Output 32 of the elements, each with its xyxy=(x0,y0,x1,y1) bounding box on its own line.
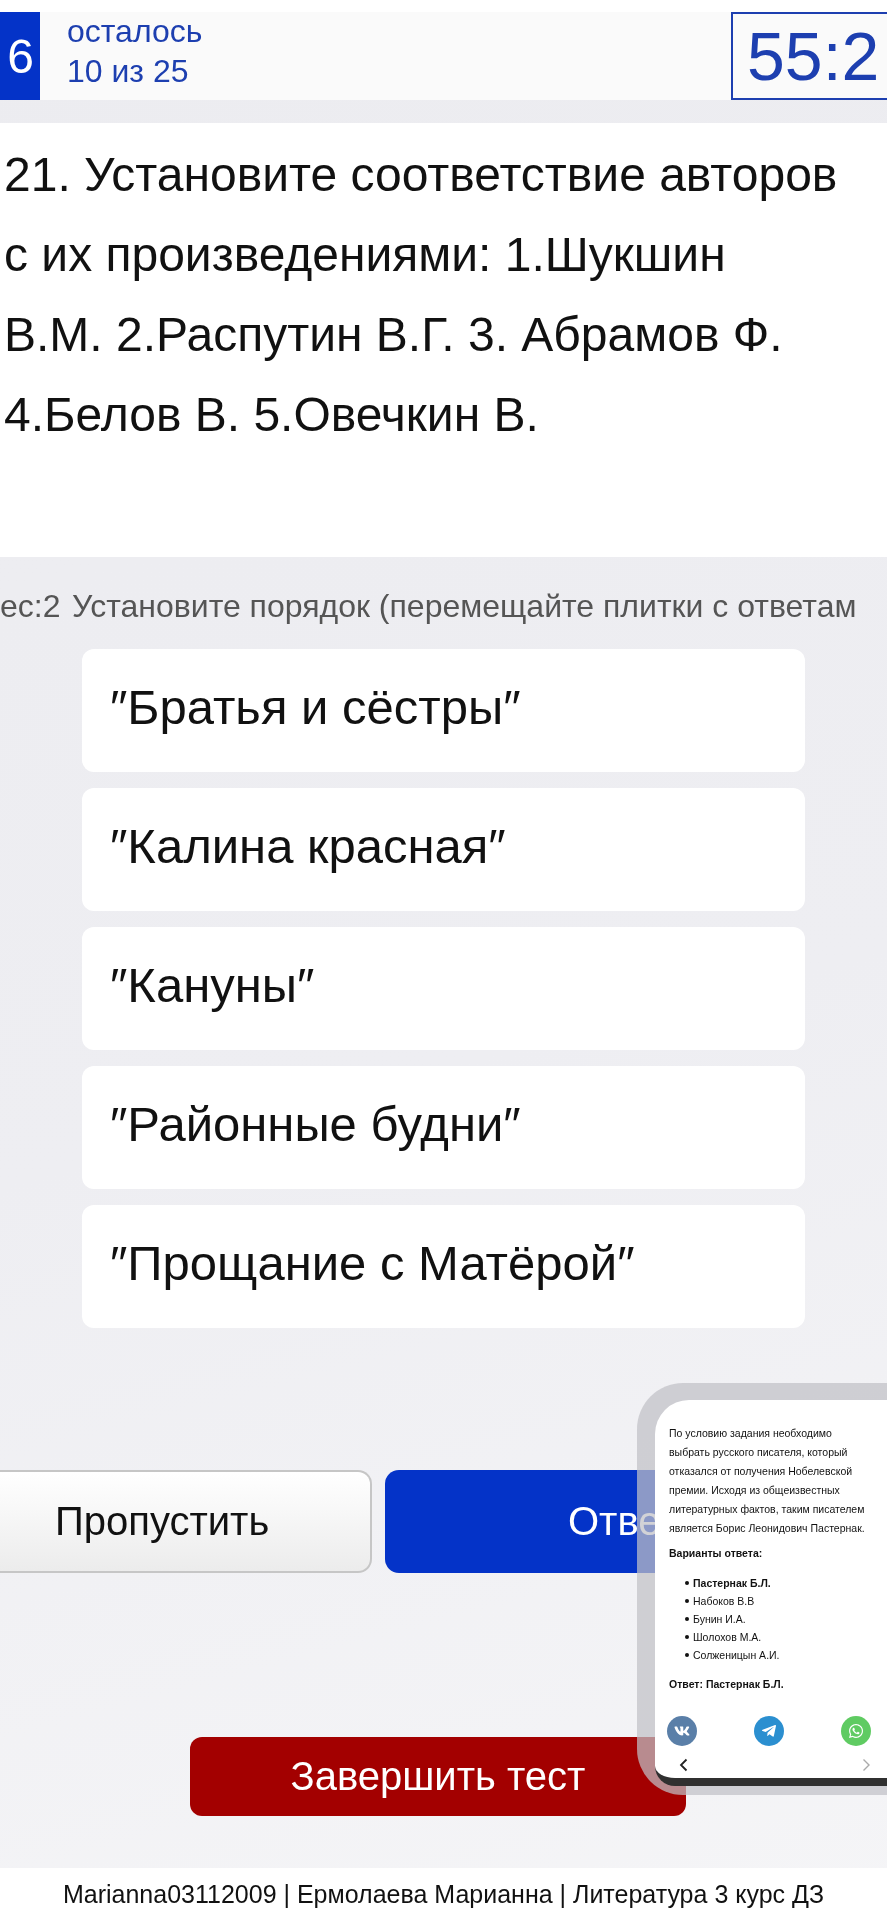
option-text: Шолохов М.А. xyxy=(693,1631,762,1643)
timer-display: 55:2 xyxy=(731,12,887,100)
answer-tile[interactable]: ″Прощание с Матёрой″ xyxy=(82,1205,805,1328)
bullet-icon xyxy=(685,1653,689,1657)
remaining-label: осталось xyxy=(67,12,203,51)
instruction-text: Установите порядок (перемещайте плитки с ответам xyxy=(72,587,857,625)
bullet-icon xyxy=(685,1617,689,1621)
chevron-right-icon[interactable] xyxy=(862,1758,871,1772)
answer-tile[interactable]: ″Кануны″ xyxy=(82,927,805,1050)
answer-tile[interactable]: ″Братья и сёстры″ xyxy=(82,649,805,772)
question-number-badge: 6 xyxy=(0,12,40,100)
options-heading: Варианты ответа: xyxy=(669,1546,764,1561)
chevron-left-icon[interactable] xyxy=(679,1758,688,1772)
remaining-count: 10 из 25 xyxy=(67,52,190,91)
bullet-icon xyxy=(685,1581,689,1585)
finish-test-button[interactable]: Завершить тест xyxy=(190,1737,686,1816)
option-text: Пастернак Б.Л. xyxy=(693,1577,771,1589)
option-text: Набоков В.В xyxy=(693,1595,755,1607)
bullet-icon xyxy=(685,1635,689,1639)
answer-tile[interactable]: ″Районные будни″ xyxy=(82,1066,805,1189)
option-text: Солженицын А.И. xyxy=(693,1649,780,1661)
vk-logo-icon[interactable] xyxy=(667,1716,697,1746)
user-info-text: Marianna03112009 | Ермолаева Марианна | Литература 3 курс ДЗ xyxy=(62,1879,825,1909)
phone-bubble-icon[interactable] xyxy=(841,1716,871,1746)
bullet-icon xyxy=(685,1599,689,1603)
answer-text: Ответ: Пастернак Б.Л. xyxy=(669,1677,785,1692)
answer-tile[interactable]: ″Калина красная″ xyxy=(82,788,805,911)
weight-label: ес:2 xyxy=(0,587,62,625)
question-text: 21. Установите соответствие авторов с их произведениями: 1.Шукшин В.М. 2.Распутин В.Г. 3. Абрамов Ф. 4.Белов В. 5.Овечкин В. xyxy=(4,147,839,443)
option-text: Бунин И.А. xyxy=(693,1613,746,1625)
paper-plane-icon[interactable] xyxy=(754,1716,784,1746)
skip-button[interactable]: Пропустить xyxy=(0,1470,372,1573)
